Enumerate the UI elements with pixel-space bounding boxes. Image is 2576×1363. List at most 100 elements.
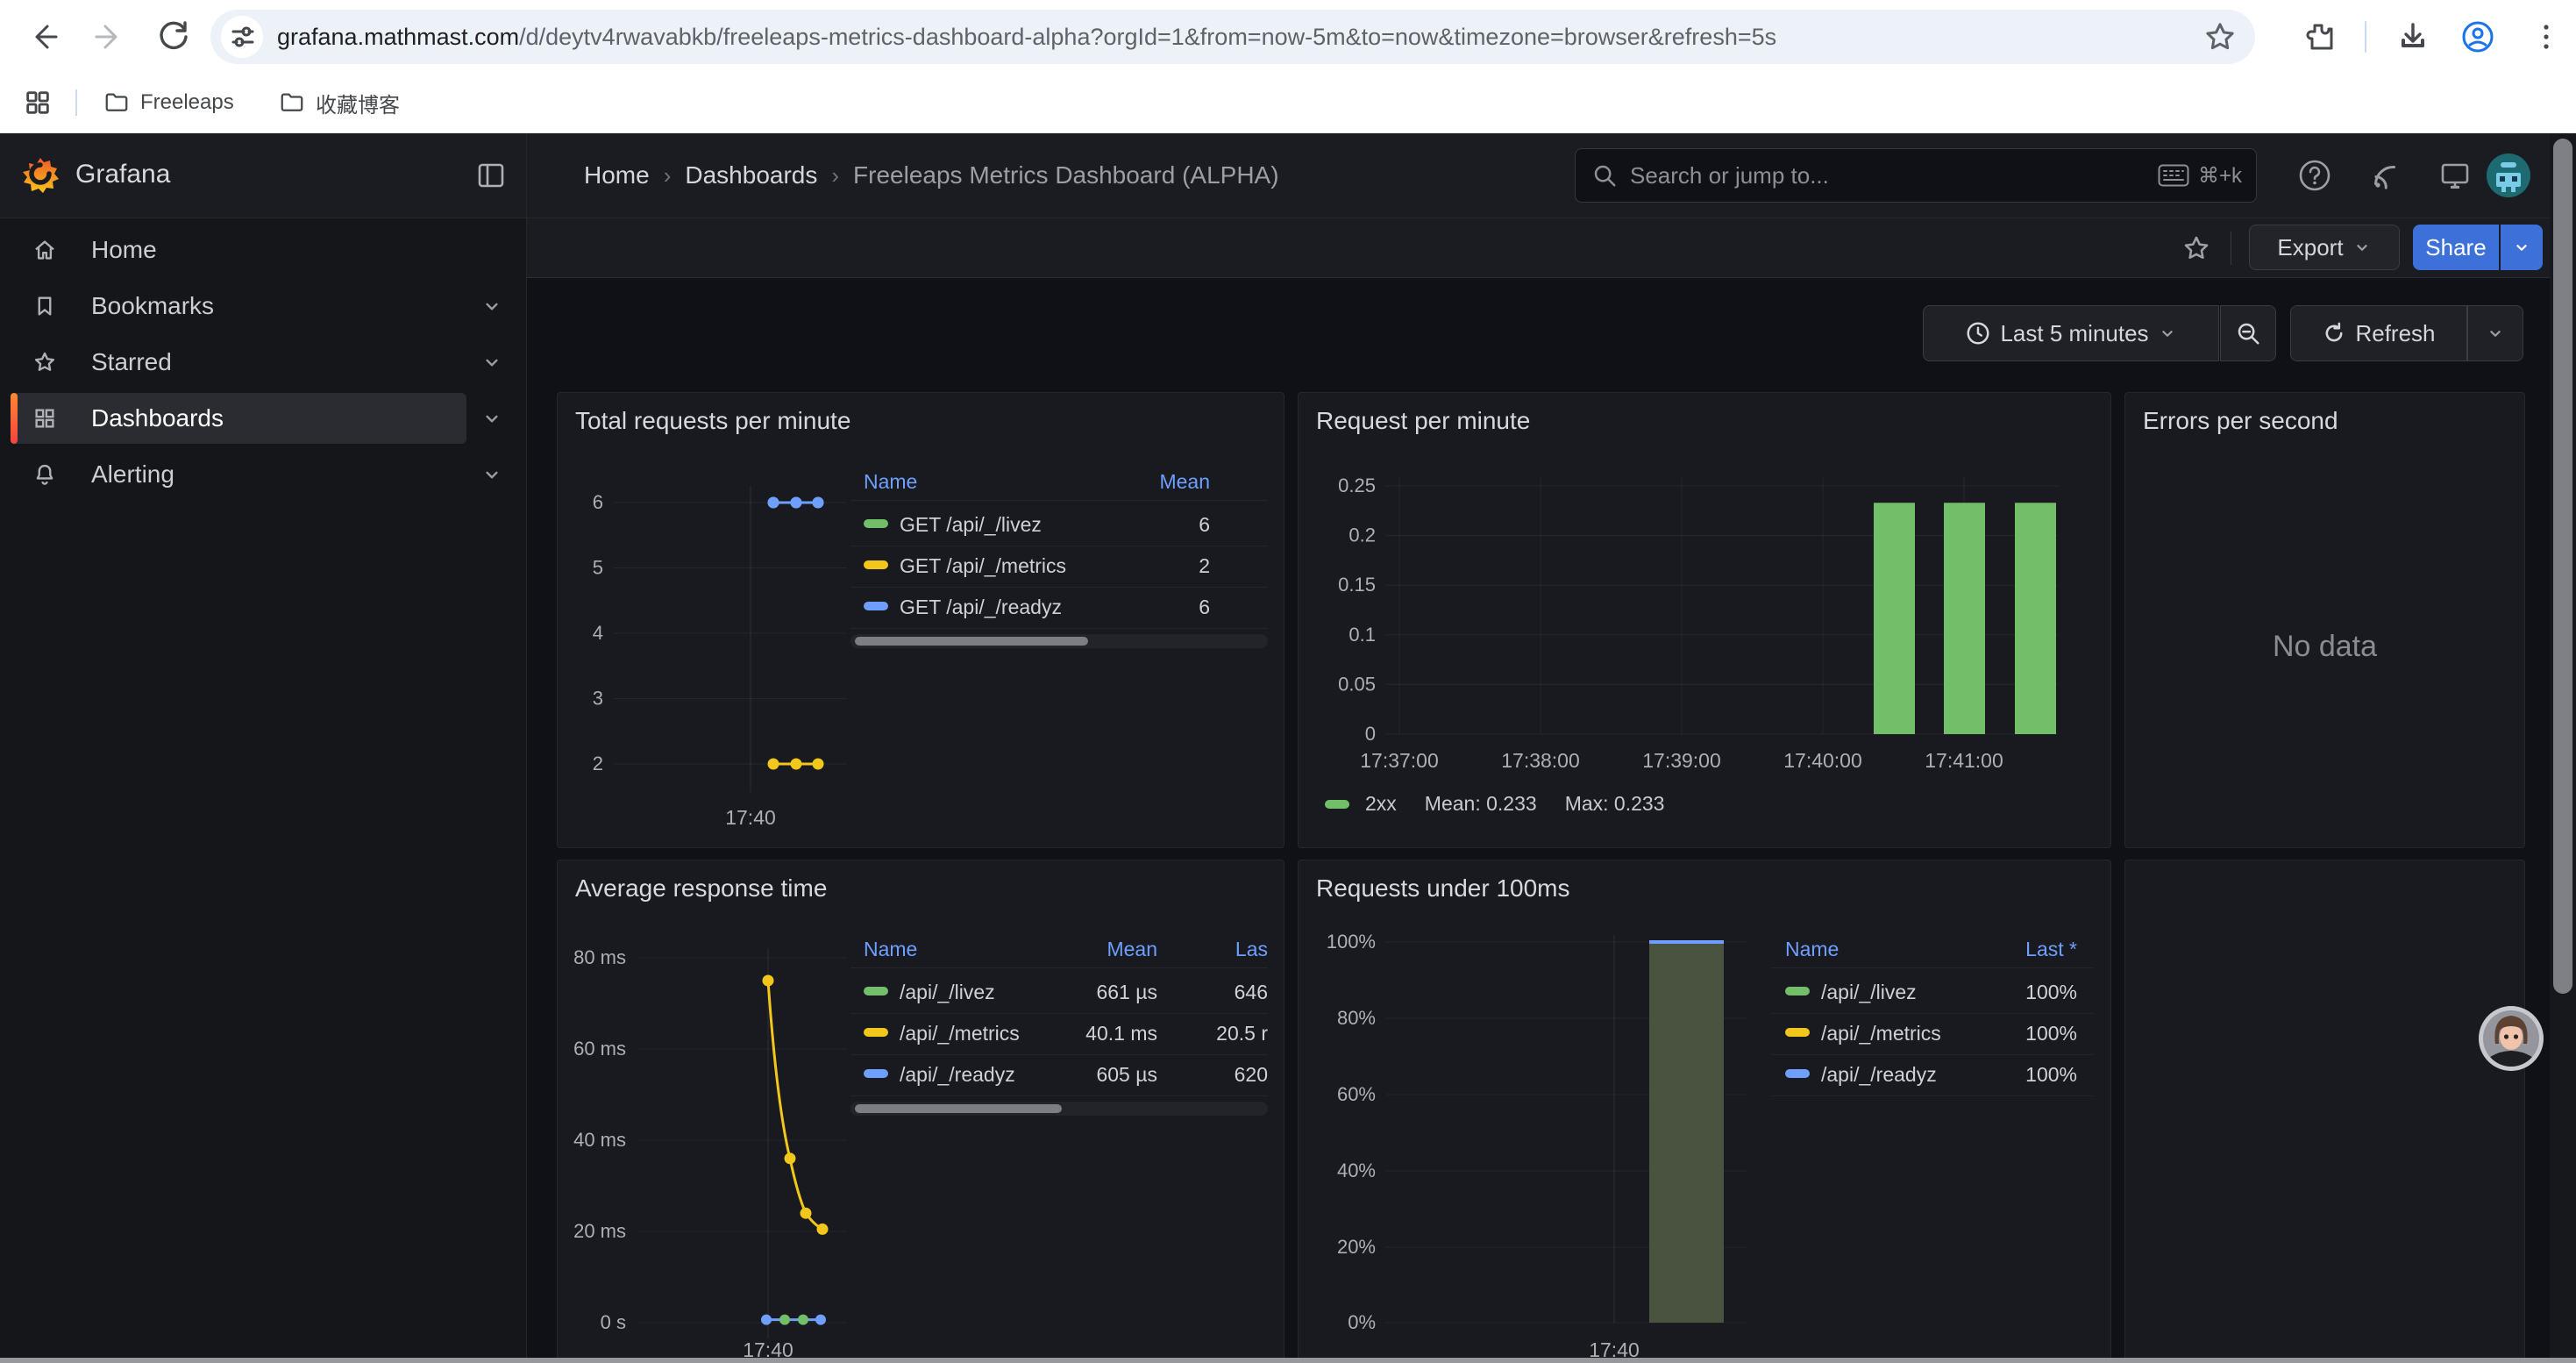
- column-header[interactable]: Name: [1785, 938, 1839, 961]
- profile-icon[interactable]: [2459, 18, 2497, 56]
- chevron-down-icon[interactable]: [480, 351, 503, 374]
- table-hscrollbar-thumb[interactable]: [855, 637, 1088, 646]
- y-tick-label: 5: [593, 557, 603, 579]
- site-settings-icon[interactable]: [221, 16, 263, 58]
- grafana-logo[interactable]: [21, 156, 60, 195]
- help-icon[interactable]: [2295, 156, 2334, 195]
- panel-average-response-time: Average response time 80 ms60 ms40 ms20 …: [557, 860, 1284, 1363]
- series-name[interactable]: /api/_/readyz: [900, 1063, 1015, 1087]
- search-input[interactable]: Search or jump to... ⌘+k: [1575, 148, 2257, 203]
- browser-menu-icon[interactable]: [2527, 18, 2565, 56]
- column-header[interactable]: Mean: [1159, 470, 1210, 494]
- grafana-header: Grafana Home›Dashboards›Freeleaps Metric…: [0, 133, 2576, 218]
- series-name[interactable]: GET /api/_/metrics: [900, 554, 1066, 578]
- favorite-star-icon[interactable]: [2181, 233, 2211, 263]
- x-tick-label: 17:40:00: [1783, 749, 1862, 772]
- series-name[interactable]: /api/_/livez: [1821, 981, 1917, 1004]
- home-icon: [32, 237, 58, 263]
- x-tick-label: 17:38:00: [1501, 749, 1580, 772]
- series-name[interactable]: /api/_/metrics: [1821, 1022, 1941, 1045]
- chevron-down-icon[interactable]: [480, 295, 503, 318]
- request-per-minute-plot[interactable]: 0.250.20.150.10.05017:37:0017:38:0017:39…: [1299, 393, 2112, 849]
- series-name[interactable]: GET /api/_/readyz: [900, 596, 1062, 619]
- y-tick-label: 80 ms: [573, 946, 626, 968]
- series-value: 2: [1199, 554, 1210, 578]
- series-name[interactable]: /api/_/metrics: [900, 1022, 1020, 1045]
- share-button[interactable]: Share: [2413, 225, 2499, 270]
- x-tick-label: 17:40: [725, 806, 776, 829]
- panel-title[interactable]: Errors per second: [2143, 407, 2338, 435]
- sidebar-item-starred[interactable]: Starred: [11, 337, 466, 388]
- url-bar[interactable]: grafana.mathmast.com/d/deytv4rwavabkb/fr…: [210, 10, 2255, 64]
- column-header[interactable]: Last *: [2025, 938, 2077, 961]
- breadcrumb-separator-icon: ›: [831, 162, 839, 189]
- series-value: 620: [1235, 1063, 1268, 1087]
- column-header[interactable]: Las: [1235, 938, 1268, 961]
- scrollbar-thumb[interactable]: [2553, 139, 2572, 994]
- sidebar-item-label: Bookmarks: [91, 292, 214, 320]
- user-avatar[interactable]: [2487, 153, 2530, 197]
- floating-avatar[interactable]: [2478, 1005, 2544, 1072]
- time-range-picker[interactable]: Last 5 minutes: [1923, 305, 2219, 361]
- panel-errors-per-second: Errors per second No data: [2124, 392, 2525, 848]
- sidebar-item-dashboards[interactable]: Dashboards: [11, 393, 466, 444]
- table-divider: [850, 587, 1268, 588]
- series-name[interactable]: /api/_/readyz: [1821, 1063, 1937, 1087]
- chevron-down-icon[interactable]: [480, 407, 503, 430]
- breadcrumb-item[interactable]: Freeleaps Metrics Dashboard (ALPHA): [853, 161, 1279, 189]
- y-tick-label: 60 ms: [573, 1038, 626, 1060]
- series-name[interactable]: GET /api/_/livez: [900, 513, 1042, 537]
- bookmark-folder[interactable]: 收藏博客: [279, 86, 400, 119]
- table-hscrollbar[interactable]: [850, 1102, 1268, 1116]
- export-button[interactable]: Export: [2249, 225, 2400, 270]
- apps-grid-icon[interactable]: [23, 88, 53, 118]
- series-swatch: [864, 1069, 888, 1078]
- screen: grafana.mathmast.com/d/deytv4rwavabkb/fr…: [0, 0, 2576, 1363]
- y-tick-label: 0.25: [1338, 475, 1376, 496]
- sidebar-toggle-icon[interactable]: [472, 156, 510, 195]
- kiosk-monitor-icon[interactable]: [2436, 156, 2474, 195]
- refresh-button[interactable]: Refresh: [2290, 305, 2467, 361]
- table-divider: [850, 628, 1268, 629]
- bookmark-icon: [32, 293, 58, 319]
- breadcrumb-item[interactable]: Dashboards: [685, 161, 817, 189]
- y-tick-label: 4: [593, 622, 603, 644]
- series-value: 646: [1235, 981, 1268, 1004]
- column-header[interactable]: Mean: [1107, 938, 1157, 961]
- breadcrumb-item[interactable]: Home: [584, 161, 650, 189]
- zoom-out-icon: [2235, 320, 2261, 346]
- column-header[interactable]: Name: [864, 938, 917, 961]
- extensions-icon[interactable]: [2301, 18, 2339, 56]
- table-hscrollbar[interactable]: [850, 634, 1268, 648]
- forward-icon[interactable]: [89, 18, 128, 56]
- reload-icon[interactable]: [154, 18, 193, 56]
- sidebar-item-home[interactable]: Home: [11, 225, 466, 275]
- search-icon: [1591, 162, 1618, 189]
- refresh-interval-button[interactable]: [2467, 305, 2523, 361]
- header-divider: [526, 133, 527, 218]
- download-icon[interactable]: [2394, 18, 2432, 56]
- series-name[interactable]: 2xx: [1365, 792, 1397, 816]
- brand-name[interactable]: Grafana: [75, 160, 170, 189]
- series-name[interactable]: /api/_/livez: [900, 981, 995, 1004]
- table-divider: [1772, 1013, 2093, 1014]
- bookmark-star-icon[interactable]: [2202, 19, 2238, 54]
- no-data-text: No data: [2125, 630, 2524, 664]
- requests-under-100ms-plot[interactable]: 100%80%60%40%20%0%17:40: [1299, 860, 2112, 1363]
- bookmark-folder[interactable]: Freeleaps: [103, 86, 234, 119]
- sidebar-item-bookmarks[interactable]: Bookmarks: [11, 281, 466, 332]
- back-icon[interactable]: [25, 18, 63, 56]
- y-tick-label: 0.15: [1338, 574, 1376, 596]
- toolbar-divider: [2365, 21, 2366, 53]
- news-rss-icon[interactable]: [2366, 156, 2404, 195]
- table-divider: [850, 1054, 1268, 1055]
- column-header[interactable]: Name: [864, 470, 917, 494]
- zoom-out-button[interactable]: [2220, 305, 2276, 361]
- chevron-down-icon[interactable]: [480, 463, 503, 486]
- total-requests-plot[interactable]: 6543217:40: [558, 393, 1285, 849]
- share-menu-button[interactable]: [2501, 225, 2543, 270]
- table-hscrollbar-thumb[interactable]: [855, 1104, 1062, 1113]
- active-indicator: [11, 393, 18, 444]
- sidebar-item-alerting[interactable]: Alerting: [11, 449, 466, 500]
- sidebar-item-label: Home: [91, 236, 157, 264]
